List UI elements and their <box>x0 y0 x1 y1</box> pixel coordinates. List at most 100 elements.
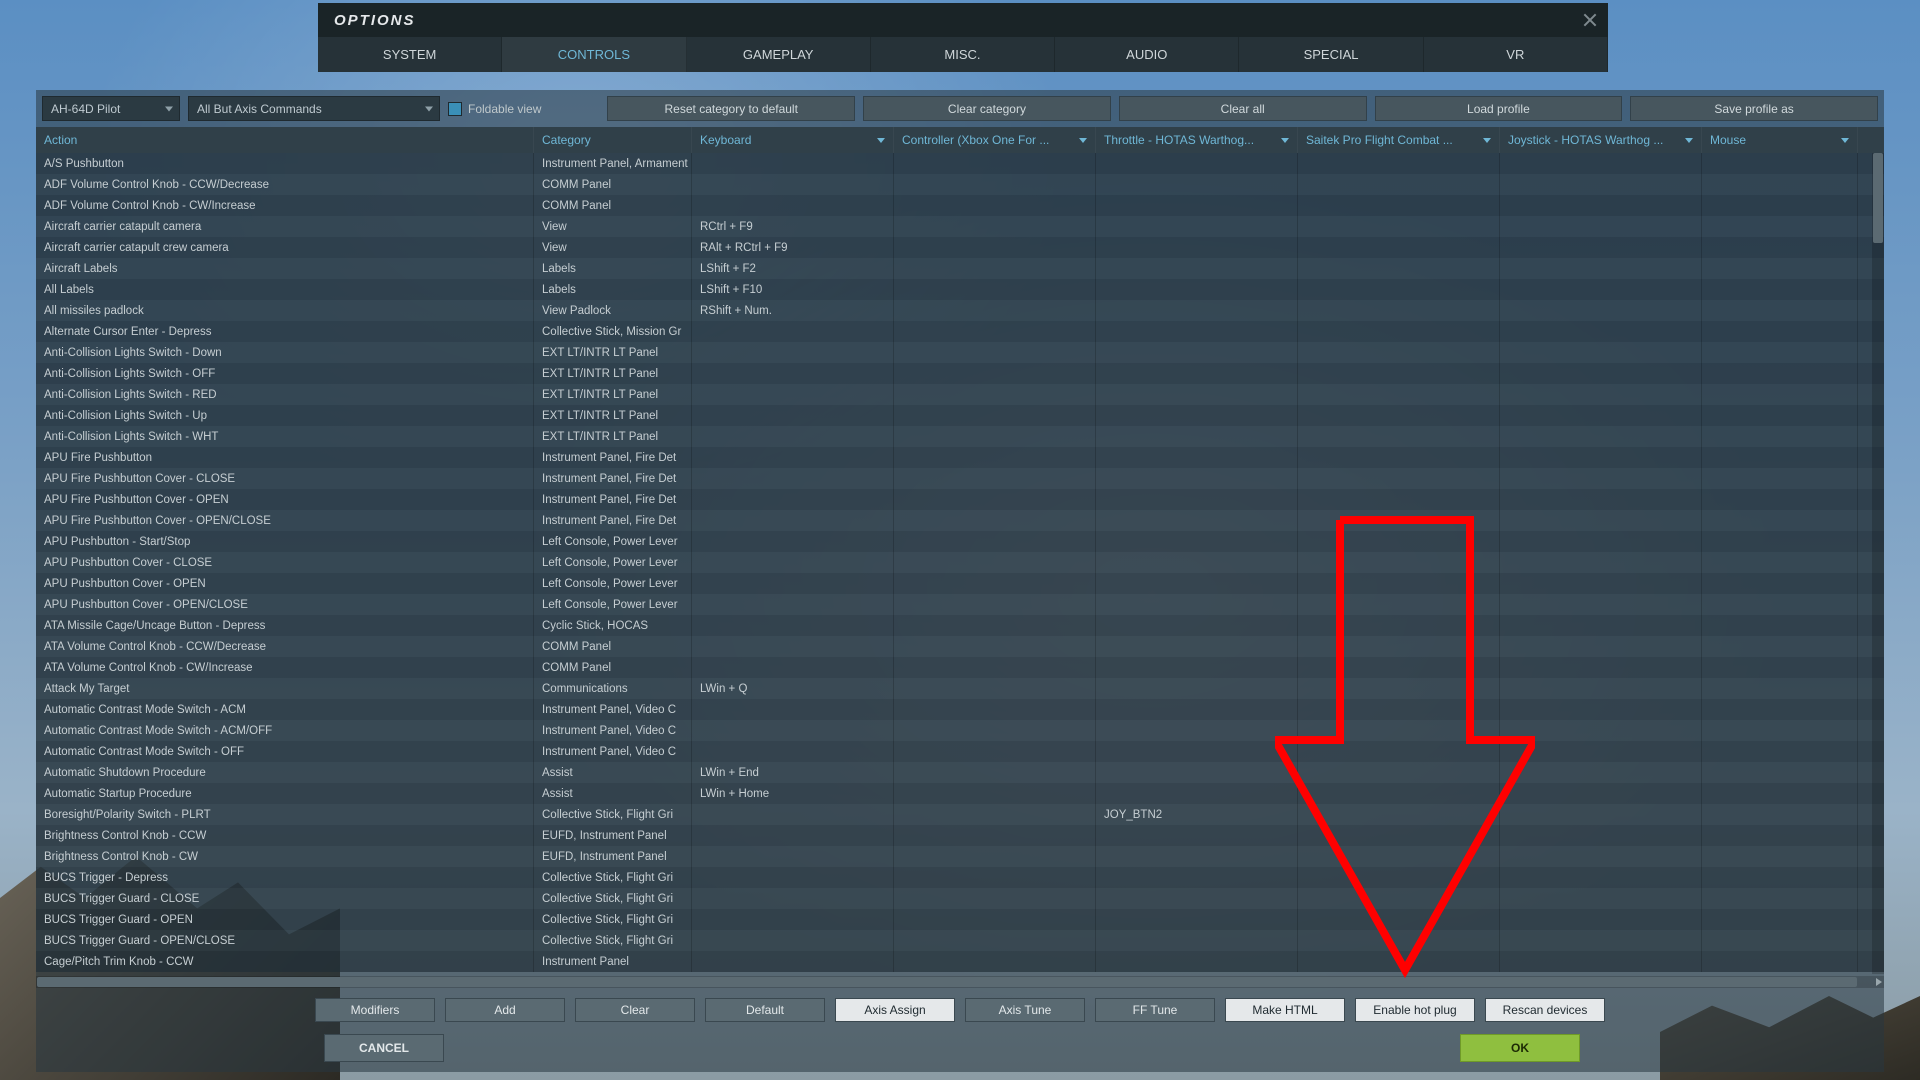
column-header[interactable]: Category <box>534 127 692 153</box>
load-profile-button[interactable]: Load profile <box>1375 96 1623 121</box>
column-header[interactable]: Keyboard <box>692 127 894 153</box>
cell-joystick[interactable] <box>1500 216 1702 237</box>
cell-action[interactable]: Alternate Cursor Enter - Depress <box>36 321 534 342</box>
cell-category[interactable]: COMM Panel <box>534 174 692 195</box>
cell-category[interactable]: EUFD, Instrument Panel <box>534 825 692 846</box>
cell-controller[interactable] <box>894 447 1096 468</box>
cell-keyboard[interactable] <box>692 846 894 867</box>
cell-controller[interactable] <box>894 678 1096 699</box>
column-header[interactable]: Action <box>36 127 534 153</box>
cell-category[interactable]: View Padlock <box>534 300 692 321</box>
cell-action[interactable]: All missiles padlock <box>36 300 534 321</box>
cell-saitek[interactable] <box>1298 930 1500 951</box>
cell-controller[interactable] <box>894 153 1096 174</box>
cell-joystick[interactable] <box>1500 951 1702 972</box>
cell-controller[interactable] <box>894 363 1096 384</box>
cell-category[interactable]: Left Console, Power Lever <box>534 594 692 615</box>
cell-controller[interactable] <box>894 489 1096 510</box>
cell-action[interactable]: Cage/Pitch Trim Knob - CCW <box>36 951 534 972</box>
cell-keyboard[interactable] <box>692 384 894 405</box>
cell-category[interactable]: EUFD, Instrument Panel <box>534 846 692 867</box>
cell-throttle[interactable] <box>1096 846 1298 867</box>
cell-keyboard[interactable]: LShift + F10 <box>692 279 894 300</box>
cell-throttle[interactable] <box>1096 951 1298 972</box>
cell-controller[interactable] <box>894 909 1096 930</box>
cell-category[interactable]: Instrument Panel, Video C <box>534 699 692 720</box>
cell-mouse[interactable] <box>1702 846 1858 867</box>
cell-joystick[interactable] <box>1500 510 1702 531</box>
cell-saitek[interactable] <box>1298 783 1500 804</box>
column-header[interactable]: Saitek Pro Flight Combat ... <box>1298 127 1500 153</box>
column-header[interactable]: Joystick - HOTAS Warthog ... <box>1500 127 1702 153</box>
cell-keyboard[interactable] <box>692 909 894 930</box>
cell-mouse[interactable] <box>1702 741 1858 762</box>
cell-saitek[interactable] <box>1298 615 1500 636</box>
cell-saitek[interactable] <box>1298 951 1500 972</box>
cell-controller[interactable] <box>894 258 1096 279</box>
cell-throttle[interactable] <box>1096 468 1298 489</box>
cell-category[interactable]: Instrument Panel, Fire Det <box>534 510 692 531</box>
cell-controller[interactable] <box>894 552 1096 573</box>
cell-saitek[interactable] <box>1298 573 1500 594</box>
cell-keyboard[interactable] <box>692 426 894 447</box>
table-row[interactable]: ADF Volume Control Knob - CCW/DecreaseCO… <box>36 174 1884 195</box>
table-row[interactable]: All LabelsLabelsLShift + F10 <box>36 279 1884 300</box>
table-row[interactable]: Anti-Collision Lights Switch - REDEXT LT… <box>36 384 1884 405</box>
cell-action[interactable]: APU Fire Pushbutton Cover - OPEN <box>36 489 534 510</box>
table-row[interactable]: Automatic Startup ProcedureAssistLWin + … <box>36 783 1884 804</box>
modifiers-button[interactable]: Modifiers <box>315 998 435 1022</box>
tab-audio[interactable]: AUDIO <box>1055 37 1239 72</box>
tab-vr[interactable]: VR <box>1424 37 1608 72</box>
cell-keyboard[interactable]: LWin + Home <box>692 783 894 804</box>
cell-keyboard[interactable] <box>692 489 894 510</box>
cell-action[interactable]: ATA Missile Cage/Uncage Button - Depress <box>36 615 534 636</box>
cell-controller[interactable] <box>894 867 1096 888</box>
cell-throttle[interactable] <box>1096 405 1298 426</box>
close-icon[interactable] <box>1582 12 1598 28</box>
cell-keyboard[interactable] <box>692 153 894 174</box>
cell-category[interactable]: Instrument Panel, Fire Det <box>534 489 692 510</box>
cell-keyboard[interactable] <box>692 825 894 846</box>
cell-keyboard[interactable] <box>692 720 894 741</box>
cell-throttle[interactable] <box>1096 678 1298 699</box>
cell-action[interactable]: APU Fire Pushbutton Cover - OPEN/CLOSE <box>36 510 534 531</box>
cell-throttle[interactable] <box>1096 552 1298 573</box>
cell-mouse[interactable] <box>1702 825 1858 846</box>
cell-mouse[interactable] <box>1702 783 1858 804</box>
cell-saitek[interactable] <box>1298 720 1500 741</box>
cell-saitek[interactable] <box>1298 762 1500 783</box>
cell-action[interactable]: BUCS Trigger Guard - CLOSE <box>36 888 534 909</box>
table-row[interactable]: APU Pushbutton - Start/StopLeft Console,… <box>36 531 1884 552</box>
cell-category[interactable]: Left Console, Power Lever <box>534 573 692 594</box>
cell-category[interactable]: EXT LT/INTR LT Panel <box>534 342 692 363</box>
cell-mouse[interactable] <box>1702 447 1858 468</box>
cell-category[interactable]: Left Console, Power Lever <box>534 531 692 552</box>
cell-category[interactable]: Collective Stick, Flight Gri <box>534 804 692 825</box>
cell-throttle[interactable] <box>1096 636 1298 657</box>
cell-throttle[interactable] <box>1096 300 1298 321</box>
cell-mouse[interactable] <box>1702 909 1858 930</box>
cell-joystick[interactable] <box>1500 741 1702 762</box>
cell-controller[interactable] <box>894 930 1096 951</box>
cell-mouse[interactable] <box>1702 363 1858 384</box>
cell-mouse[interactable] <box>1702 552 1858 573</box>
cell-mouse[interactable] <box>1702 699 1858 720</box>
cell-mouse[interactable] <box>1702 573 1858 594</box>
cell-joystick[interactable] <box>1500 237 1702 258</box>
cell-keyboard[interactable]: RAlt + RCtrl + F9 <box>692 237 894 258</box>
scroll-thumb[interactable] <box>1873 153 1883 243</box>
cell-category[interactable]: COMM Panel <box>534 657 692 678</box>
cell-throttle[interactable] <box>1096 594 1298 615</box>
cell-mouse[interactable] <box>1702 489 1858 510</box>
table-row[interactable]: BUCS Trigger Guard - CLOSECollective Sti… <box>36 888 1884 909</box>
cell-action[interactable]: BUCS Trigger - Depress <box>36 867 534 888</box>
cell-category[interactable]: Labels <box>534 258 692 279</box>
cell-controller[interactable] <box>894 384 1096 405</box>
cell-action[interactable]: A/S Pushbutton <box>36 153 534 174</box>
cell-category[interactable]: Instrument Panel, Video C <box>534 741 692 762</box>
cell-saitek[interactable] <box>1298 825 1500 846</box>
cell-mouse[interactable] <box>1702 279 1858 300</box>
cell-action[interactable]: Aircraft carrier catapult crew camera <box>36 237 534 258</box>
cell-action[interactable]: Automatic Contrast Mode Switch - OFF <box>36 741 534 762</box>
tab-controls[interactable]: CONTROLS <box>502 37 686 72</box>
